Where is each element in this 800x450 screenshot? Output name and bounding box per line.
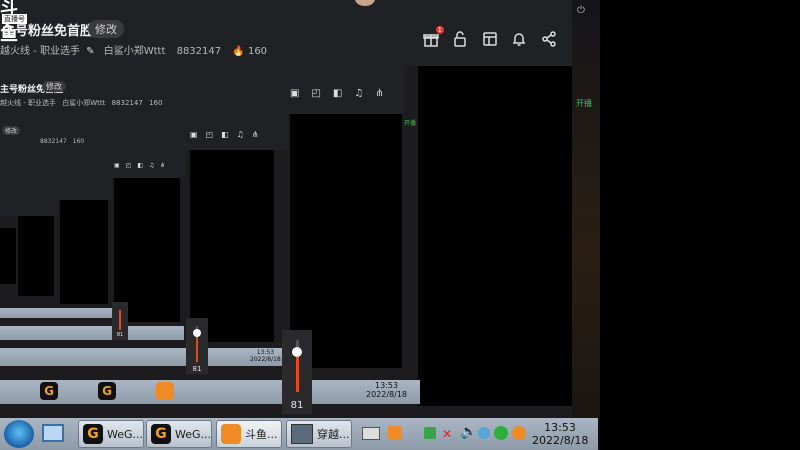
keyboard-icon[interactable]	[362, 427, 380, 440]
stream-category[interactable]: 越火线 - 职业选手	[0, 46, 80, 57]
network-error-icon[interactable]: ✕	[442, 427, 452, 441]
taskbar-item-wegame-2[interactable]: G WeG...	[146, 420, 212, 448]
stream-category-l2: 越火线 - 职业选手	[0, 99, 56, 107]
network-icon[interactable]	[424, 427, 436, 439]
tray-app-icon[interactable]	[478, 427, 490, 439]
gift-badge: 1	[435, 26, 444, 34]
nested-clock-l2: 13:53 2022/8/18	[366, 381, 407, 399]
room-id: 8832147	[176, 46, 222, 57]
volume-value-l3: 81	[192, 365, 202, 373]
toolbar-icons-l2: ▣◰◧♫⋔	[290, 88, 396, 99]
nested-clock-date-l2: 2022/8/18	[366, 390, 408, 399]
speaker-icon[interactable]: 🔈	[460, 424, 477, 440]
unlock-icon[interactable]	[451, 30, 469, 48]
edit-title-button-l3[interactable]: 修改	[2, 126, 21, 135]
stream-title: 主号粉丝免首胜	[2, 24, 94, 39]
toolbar-icons-l4: ▣◰◧♫⋔	[114, 162, 172, 169]
edit-title-button[interactable]: 修改	[88, 20, 124, 38]
nested-taskbar-l3	[0, 348, 286, 366]
video-black-level-4	[114, 178, 180, 322]
room-id-l3: 8832147	[40, 138, 67, 145]
video-black-level-7	[0, 228, 16, 284]
side-label-green-small: 开播	[404, 120, 417, 127]
volume-popup-l2: 81	[282, 330, 312, 414]
taskbar: G WeG... G WeG... 斗鱼... 穿越... ✕ 🔈 13:53 …	[0, 418, 598, 450]
wegame-icon: G	[83, 424, 103, 444]
show-desktop-icon[interactable]	[42, 424, 64, 442]
nested-clock-l3: 13:53 2022/8/18	[250, 349, 281, 363]
nested-clock-time-l2: 13:53	[374, 381, 399, 390]
pencil-icon[interactable]: ✎	[86, 46, 94, 57]
volume-value-l2: 81	[290, 400, 304, 411]
volume-popup-l3: 81	[186, 318, 208, 374]
edit-title-button-l2[interactable]: 修改	[42, 81, 66, 92]
layout-icon[interactable]	[481, 30, 499, 48]
taskbar-item-label: 穿越...	[317, 428, 350, 441]
stream-window-level-6	[0, 200, 58, 216]
nested-clock-time-l3: 13:53	[256, 349, 275, 356]
douyu-logo: 斗鱼 直播号	[0, 0, 34, 45]
volume-knob-l2[interactable]	[292, 347, 302, 357]
taskbar-item-label: 斗鱼...	[245, 428, 278, 441]
bell-icon[interactable]	[510, 30, 528, 48]
crossfire-app-icon	[291, 424, 313, 444]
side-label-green: 开播	[576, 99, 592, 108]
gift-icon[interactable]: 1	[422, 26, 444, 48]
taskbar-item-label: WeG...	[174, 427, 211, 441]
start-button[interactable]	[4, 420, 34, 448]
douyu-app-icon	[156, 382, 174, 400]
stream-window-level-1: 斗鱼 直播号 主号粉丝免首胜 修改 越火线 - 职业选手 ✎ 白鲨小郑Wttt …	[0, 0, 572, 66]
streamer-name-l2: 白鲨小郑Wttt	[62, 99, 106, 107]
stream-meta-l2: 越火线 - 职业选手 白鲨小郑Wttt 8832147 160	[0, 98, 162, 108]
video-black-level-3	[190, 150, 274, 342]
room-id-l2: 8832147	[111, 99, 143, 107]
share-icon[interactable]	[540, 30, 558, 48]
nested-clock-date-l3: 2022/8/18	[250, 356, 281, 363]
wegame-icon: G	[98, 382, 116, 400]
heat-count: 160	[247, 46, 268, 57]
avatar	[355, 0, 375, 6]
nested-taskbar-l5	[0, 308, 112, 318]
stream-window-level-3: 修改 8832147 160 ▣◰◧♫⋔	[0, 114, 288, 150]
taskbar-item-crossfire[interactable]: 穿越...	[286, 420, 352, 448]
video-black-level-5	[60, 200, 108, 304]
volume-value-l4: 81	[116, 332, 124, 338]
video-black-level-6	[18, 216, 54, 296]
volume-popup-l4: 81	[112, 302, 128, 340]
stream-window-level-4: ▣◰◧♫⋔	[0, 150, 186, 178]
stream-window-level-2: 主号粉丝免首胜 修改 越火线 - 职业选手 白鲨小郑Wttt 8832147 1…	[0, 66, 404, 114]
game-strip-right	[572, 0, 600, 418]
wegame-icon: G	[151, 424, 171, 444]
wegame-icon: G	[40, 382, 58, 400]
nested-taskbar-l4	[0, 326, 184, 340]
douyu-app-icon	[221, 424, 241, 444]
stream-meta-l3: 8832147 160	[0, 138, 84, 145]
volume-knob-l3[interactable]	[193, 329, 201, 337]
toolbar-icons-l3: ▣◰◧♫⋔	[190, 130, 267, 139]
clock-date: 2022/8/18	[532, 434, 589, 447]
taskbar-item-douyu[interactable]: 斗鱼...	[216, 420, 282, 448]
taskbar-item-label: WeG...	[106, 427, 143, 441]
clock[interactable]: 13:53 2022/8/18	[532, 421, 588, 447]
clock-time: 13:53	[544, 421, 576, 434]
tray-green-icon[interactable]	[494, 426, 508, 440]
video-black-level-1	[418, 66, 572, 406]
streamer-name: 白鲨小郑Wttt	[103, 46, 166, 57]
right-dark	[600, 0, 800, 450]
nested-app-icons-l2: G G	[36, 382, 236, 402]
heat-count-l3: 160	[72, 138, 85, 145]
stream-window-level-5	[0, 178, 112, 200]
fire-icon: 🔥	[232, 46, 245, 57]
douyu-tray-icon[interactable]	[388, 426, 402, 440]
heat-count-l2: 160	[149, 99, 163, 107]
power-icon[interactable]: ⏻	[577, 5, 585, 16]
tray-orange-icon[interactable]	[512, 426, 526, 440]
taskbar-item-wegame-1[interactable]: G WeG...	[78, 420, 144, 448]
volume-fill-l4	[119, 310, 121, 330]
stream-meta: 越火线 - 职业选手 ✎ 白鲨小郑Wttt 8832147 🔥 160	[0, 42, 267, 57]
